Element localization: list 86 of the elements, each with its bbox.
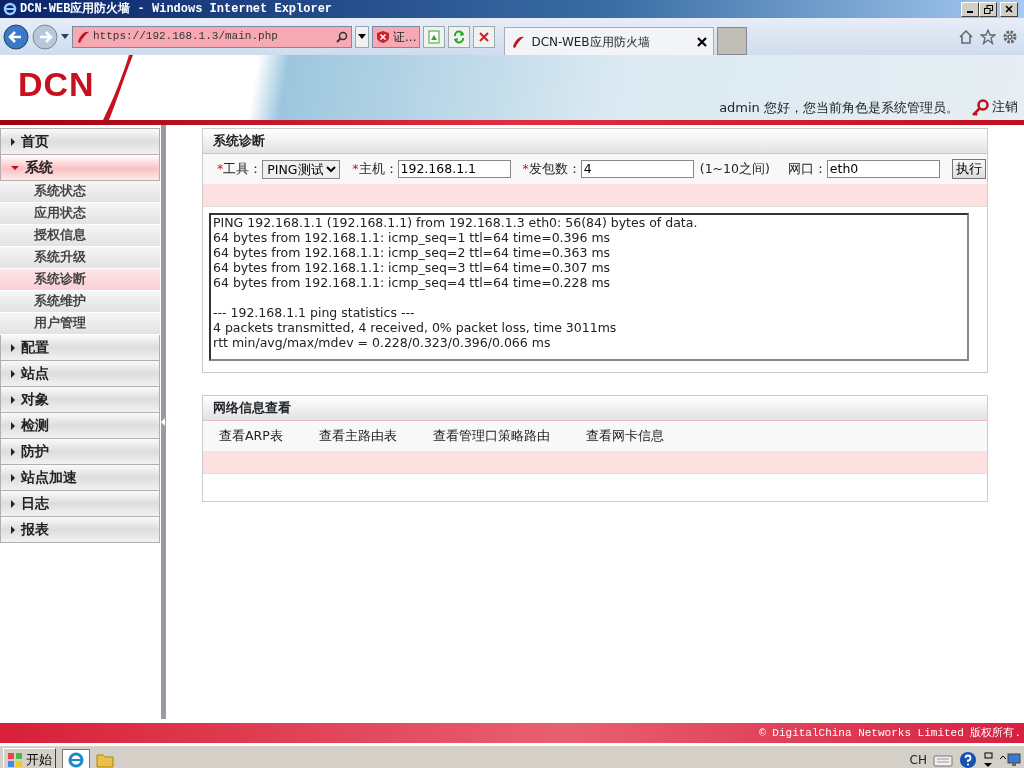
certificate-error-button[interactable]: 证... [372,25,421,48]
search-icon [336,30,348,43]
start-button[interactable]: 开始 [3,747,56,768]
collapse-arrow-icon [161,418,165,426]
shield-x-icon [376,29,390,44]
menu-item[interactable]: 检测 [0,413,160,439]
menu-item[interactable]: 站点加速 [0,465,160,491]
caret-icon [11,137,15,146]
panel-title: 网络信息查看 [203,396,987,421]
new-tab-button[interactable] [717,27,748,55]
greeting-text: admin 您好，您当前角色是系统管理员。 [719,98,959,117]
close-button[interactable] [1000,1,1018,17]
network-info-link[interactable]: 查看ARP表 [219,426,283,446]
caret-icon [11,499,15,508]
window-icon[interactable] [983,751,993,768]
star-icon[interactable] [980,28,996,45]
window-title: DCN-WEB应用防火墙 - Windows Internet Explorer [20,0,334,18]
submenu-item[interactable]: 授权信息 [0,225,160,247]
network-info-link[interactable]: 查看管理口策略路由 [432,426,550,446]
caret-icon [358,34,366,39]
restore-button[interactable] [979,1,997,17]
submenu-item[interactable]: 用户管理 [0,313,160,335]
hint-text: (1~10之间) [699,159,770,178]
submenu-item[interactable]: 系统维护 [0,291,160,313]
help-icon[interactable] [959,750,977,768]
address-bar[interactable]: https://192.168.1.3/main.php [72,25,352,48]
caret-icon [11,447,15,456]
monitor-icon[interactable] [999,751,1021,768]
minimize-button[interactable] [961,1,979,17]
stop-button[interactable] [473,25,496,48]
input-field[interactable]: 192.168.1.1 [397,160,511,178]
output-textarea[interactable]: PING 192.168.1.1 (192.168.1.1) from 192.168.1.3 eth0: 56(84) bytes of data. 64 bytes from 192.168.1.1: icmp_seq=1 ttl=64 time=0.396 ms 64 bytes from 192.168.1.1: icmp_seq=2 ttl=64 time=0.363 ms 64 bytes from 192.168.1.1: icmp_seq=3 ttl=64 time=0.307 ms 64 bytes from 192.168.1.1: icmp_seq=4 ttl=64 time=0.228 ms --- 192.168.1.1 ping statistics --- 4 packets transmitted, 4 received, 0% packet loss, time 3011ms rtt min/avg/max/mdev = 0.228/0.323/0.396/0.066 ms [209,213,969,361]
network-info-link[interactable]: 查看网卡信息 [585,426,664,446]
submenu-item[interactable]: 应用状态 [0,203,160,225]
field-label: *工具： [217,159,263,178]
logout-link[interactable]: 注销 [971,98,1018,117]
field-label: *主机： [352,159,398,178]
stop-icon [477,29,492,44]
submenu-item[interactable]: 系统诊断 [0,269,160,291]
tool-select[interactable]: PING测试 [262,159,341,179]
copyright-text: © DigitalChina Networks Limited 版权所有. [759,725,1021,741]
caret-icon [11,421,15,430]
menu-item[interactable]: 首页 [0,129,160,155]
browser-logo-icon [3,2,17,16]
panel-title: 系统诊断 [203,129,987,154]
browser-logo-icon[interactable] [62,748,90,768]
caret-icon [11,369,15,378]
address-text: https://192.168.1.3/main.php [93,29,279,45]
back-icon[interactable] [3,23,29,50]
browser-tab[interactable]: DCN-WEB应用防火墙 [504,27,715,55]
menu-item[interactable]: 站点 [0,361,160,387]
restore-icon [983,4,993,14]
field-label: *发包数： [522,159,581,178]
tab-title: DCN-WEB应用防火墙 [531,33,651,51]
menu-item[interactable]: 配置 [0,335,160,361]
address-dropdown-button[interactable] [355,25,369,48]
compatibility-button[interactable] [423,25,446,48]
execute-button[interactable]: 执行 [951,159,986,179]
submenu-item[interactable]: 系统升级 [0,247,160,269]
windows-logo-icon [7,751,23,768]
dropdown-caret-icon[interactable] [61,33,69,40]
caret-icon [11,525,15,534]
forward-icon[interactable] [32,23,58,50]
settings-icon[interactable] [1002,28,1018,45]
submenu-item[interactable]: 系统状态 [0,181,160,203]
refresh-button[interactable] [448,25,471,48]
key-icon [971,98,989,117]
menu-item[interactable]: 系统 [0,155,160,181]
caret-icon [11,395,15,404]
input-field[interactable]: eth0 [826,160,940,178]
close-icon [1005,5,1013,13]
caret-icon [11,165,19,170]
language-indicator[interactable]: CH [909,750,927,768]
menu-item[interactable]: 报表 [0,517,160,543]
caret-icon [11,343,15,352]
field-label: 网口： [787,159,827,178]
network-info-link[interactable]: 查看主路由表 [318,426,397,446]
menu-item[interactable]: 防护 [0,439,160,465]
input-field[interactable]: 4 [580,160,694,178]
home-icon[interactable] [958,28,974,45]
refresh-icon [452,29,467,44]
menu-item[interactable]: 日志 [0,491,160,517]
logo: DCN [17,64,95,105]
caret-icon [11,473,15,482]
menu-item[interactable]: 对象 [0,387,160,413]
close-icon[interactable] [697,36,708,47]
